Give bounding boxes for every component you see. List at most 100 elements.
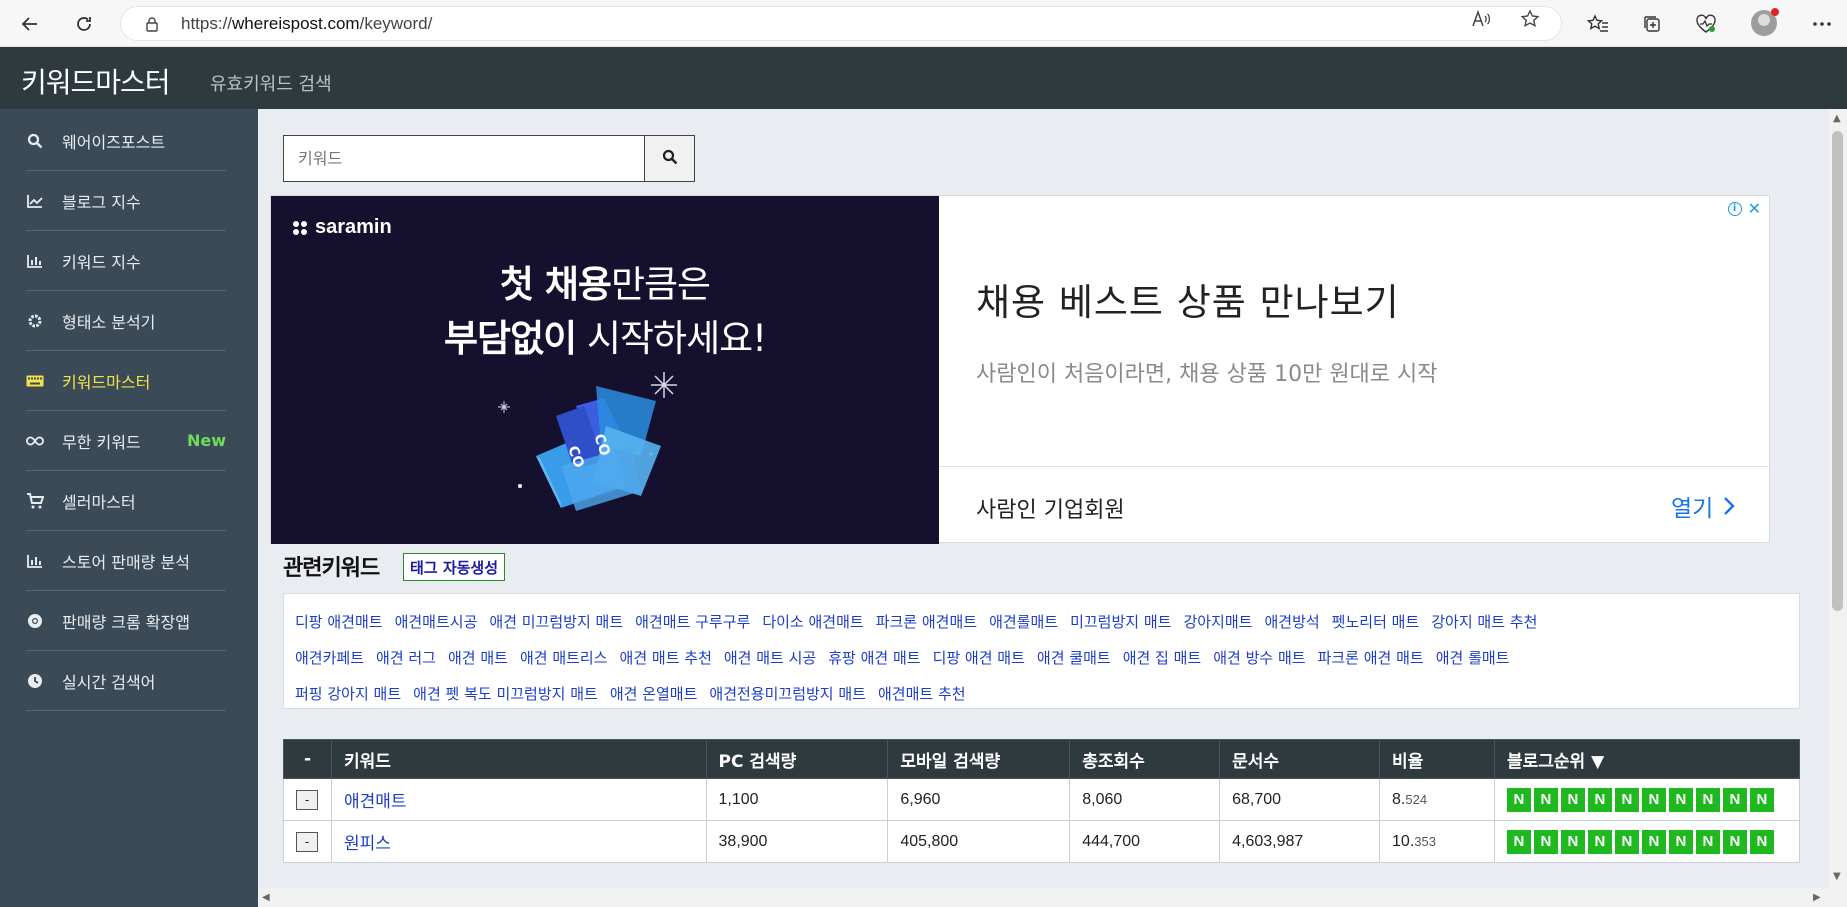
- row-remove-button[interactable]: -: [296, 789, 318, 810]
- ad-image-panel[interactable]: saramin 첫 채용만큼은 부담없이 시작하세요! CO CO: [271, 196, 939, 544]
- naver-rank-badge[interactable]: N: [1668, 829, 1693, 854]
- related-keyword-link[interactable]: 애견 온열매트: [610, 685, 698, 703]
- vertical-scrollbar-thumb[interactable]: [1832, 131, 1843, 611]
- naver-rank-badge[interactable]: N: [1587, 787, 1612, 812]
- column-header-keyword[interactable]: 키워드: [330, 739, 707, 779]
- address-bar[interactable]: https://whereispost.com/keyword/: [120, 6, 1562, 41]
- related-keyword-link[interactable]: 애견 쿨매트: [1037, 649, 1111, 667]
- vertical-scrollbar[interactable]: ▲ ▼: [1829, 109, 1847, 888]
- related-keyword-link[interactable]: 애견 펫 복도 미끄럼방지 매트: [413, 685, 598, 703]
- scroll-right-arrow-icon[interactable]: ▶: [1813, 892, 1821, 903]
- related-keyword-link[interactable]: 애견 매트 시공: [724, 649, 816, 667]
- lock-icon[interactable]: [143, 15, 161, 33]
- related-keyword-link[interactable]: 퍼핑 강아지 매트: [295, 685, 401, 703]
- more-menu-icon[interactable]: [1806, 8, 1838, 40]
- column-header-select[interactable]: -: [283, 739, 332, 779]
- brand-title[interactable]: 키워드마스터: [21, 61, 171, 101]
- favorites-icon[interactable]: [1582, 8, 1614, 40]
- naver-rank-badge[interactable]: N: [1641, 829, 1666, 854]
- naver-rank-badge[interactable]: N: [1533, 787, 1558, 812]
- column-header-pc-volume[interactable]: PC 검색량: [705, 739, 889, 779]
- related-keyword-link[interactable]: 애견 집 매트: [1123, 649, 1202, 667]
- related-keyword-link[interactable]: 디팡 애견매트: [295, 613, 383, 631]
- related-keyword-link[interactable]: 애견카페트: [295, 649, 364, 667]
- related-keyword-link[interactable]: 애견 미끄럼방지 매트: [489, 613, 623, 631]
- related-keyword-link[interactable]: 강아지 매트 추천: [1431, 613, 1537, 631]
- url-text[interactable]: https://whereispost.com/keyword/: [181, 14, 432, 34]
- favorite-star-icon[interactable]: [1518, 7, 1542, 31]
- naver-rank-badge[interactable]: N: [1560, 787, 1585, 812]
- naver-rank-badge[interactable]: N: [1668, 787, 1693, 812]
- ad-info-icon[interactable]: i: [1727, 201, 1742, 216]
- sidebar-item-realtime-search[interactable]: 실시간 검색어: [26, 651, 226, 711]
- related-keyword-link[interactable]: 애견매트 구루구루: [635, 613, 750, 631]
- related-keyword-link[interactable]: 애견 매트: [448, 649, 508, 667]
- refresh-icon[interactable]: [68, 8, 100, 40]
- related-keyword-link[interactable]: 다이소 애견매트: [762, 613, 863, 631]
- sidebar-item-whereispost[interactable]: 웨어이즈포스트: [26, 111, 226, 171]
- column-header-ratio[interactable]: 비율: [1379, 739, 1495, 779]
- column-header-doc-count[interactable]: 문서수: [1219, 739, 1381, 779]
- naver-rank-badge[interactable]: N: [1722, 787, 1747, 812]
- related-keyword-link[interactable]: 강아지매트: [1183, 613, 1252, 631]
- scroll-down-arrow-icon[interactable]: ▼: [1833, 871, 1841, 882]
- sidebar-item-keyword-index[interactable]: 키워드 지수: [26, 231, 226, 291]
- related-keyword-link[interactable]: 애견 매트리스: [520, 649, 608, 667]
- naver-rank-badge[interactable]: N: [1722, 829, 1747, 854]
- related-keyword-link[interactable]: 애견 매트 추천: [620, 649, 712, 667]
- column-header-blog-rank[interactable]: 블로그순위 ▼: [1493, 739, 1801, 779]
- related-keyword-link[interactable]: 파크론 애견매트: [876, 613, 977, 631]
- related-keyword-link[interactable]: 애견 롤매트: [1436, 649, 1510, 667]
- keyword-cell[interactable]: 원피스: [330, 820, 707, 863]
- sidebar-item-store-sales-analysis[interactable]: 스토어 판매량 분석: [26, 531, 226, 591]
- keyword-search-input[interactable]: [284, 136, 644, 181]
- related-keyword-link[interactable]: 펫노리터 매트: [1332, 613, 1420, 631]
- related-keyword-link[interactable]: 휴팡 애견 매트: [828, 649, 920, 667]
- sidebar-item-seller-master[interactable]: 셀러마스터: [26, 471, 226, 531]
- horizontal-scrollbar[interactable]: ◀ ▶: [258, 888, 1847, 907]
- naver-rank-badge[interactable]: N: [1506, 787, 1531, 812]
- related-keyword-link[interactable]: 애견매트시공: [395, 613, 478, 631]
- column-header-mobile-volume[interactable]: 모바일 검색량: [887, 739, 1071, 779]
- scroll-up-arrow-icon[interactable]: ▲: [1833, 113, 1841, 124]
- sidebar-item-morpheme-analyzer[interactable]: 형태소 분석기: [26, 291, 226, 351]
- search-button[interactable]: [644, 136, 694, 181]
- related-keyword-link[interactable]: 미끄럼방지 매트: [1070, 613, 1171, 631]
- sidebar-item-blog-index[interactable]: 블로그 지수: [26, 171, 226, 231]
- naver-rank-badge[interactable]: N: [1614, 829, 1639, 854]
- row-remove-button[interactable]: -: [296, 831, 318, 852]
- naver-rank-badge[interactable]: N: [1749, 829, 1774, 854]
- naver-rank-badge[interactable]: N: [1641, 787, 1666, 812]
- naver-rank-badge[interactable]: N: [1560, 829, 1585, 854]
- naver-rank-badge[interactable]: N: [1533, 829, 1558, 854]
- naver-rank-badge[interactable]: N: [1587, 829, 1612, 854]
- ad-title[interactable]: 채용 베스트 상품 만나보기: [976, 272, 1400, 326]
- sidebar-item-infinite-keyword[interactable]: 무한 키워드 New: [26, 411, 226, 471]
- related-keyword-link[interactable]: 디팡 애견 매트: [933, 649, 1025, 667]
- naver-rank-badge[interactable]: N: [1695, 829, 1720, 854]
- naver-rank-badge[interactable]: N: [1614, 787, 1639, 812]
- advertisement-banner[interactable]: saramin 첫 채용만큼은 부담없이 시작하세요! CO CO i ✕ 채용…: [270, 195, 1771, 544]
- related-keyword-link[interactable]: 애견 방수 매트: [1213, 649, 1305, 667]
- sidebar-item-keyword-master[interactable]: 키워드마스터: [26, 351, 226, 411]
- column-header-total-views[interactable]: 총조회수: [1069, 739, 1221, 779]
- related-keyword-link[interactable]: 애견롤매트: [989, 613, 1058, 631]
- related-keyword-link[interactable]: 애견매트 추천: [878, 685, 966, 703]
- ad-close-icon[interactable]: ✕: [1748, 199, 1761, 218]
- related-keyword-link[interactable]: 애견전용미끄럼방지 매트: [709, 685, 866, 703]
- keyword-cell[interactable]: 애견매트: [330, 778, 707, 821]
- naver-rank-badge[interactable]: N: [1749, 787, 1774, 812]
- naver-rank-badge[interactable]: N: [1506, 829, 1531, 854]
- auto-tag-button[interactable]: 태그 자동생성: [403, 553, 506, 581]
- ad-open-button[interactable]: 열기: [1671, 489, 1736, 523]
- sidebar-item-chrome-extension[interactable]: 판매량 크롬 확장앱: [26, 591, 226, 651]
- naver-rank-badge[interactable]: N: [1695, 787, 1720, 812]
- browser-essentials-icon[interactable]: [1690, 8, 1722, 40]
- related-keyword-link[interactable]: 애견방석: [1264, 613, 1319, 631]
- scroll-left-arrow-icon[interactable]: ◀: [262, 892, 270, 903]
- back-icon[interactable]: [14, 8, 46, 40]
- read-aloud-icon[interactable]: [1469, 7, 1493, 31]
- collections-icon[interactable]: [1636, 8, 1668, 40]
- related-keyword-link[interactable]: 파크론 애견 매트: [1318, 649, 1424, 667]
- related-keyword-link[interactable]: 애견 러그: [376, 649, 436, 667]
